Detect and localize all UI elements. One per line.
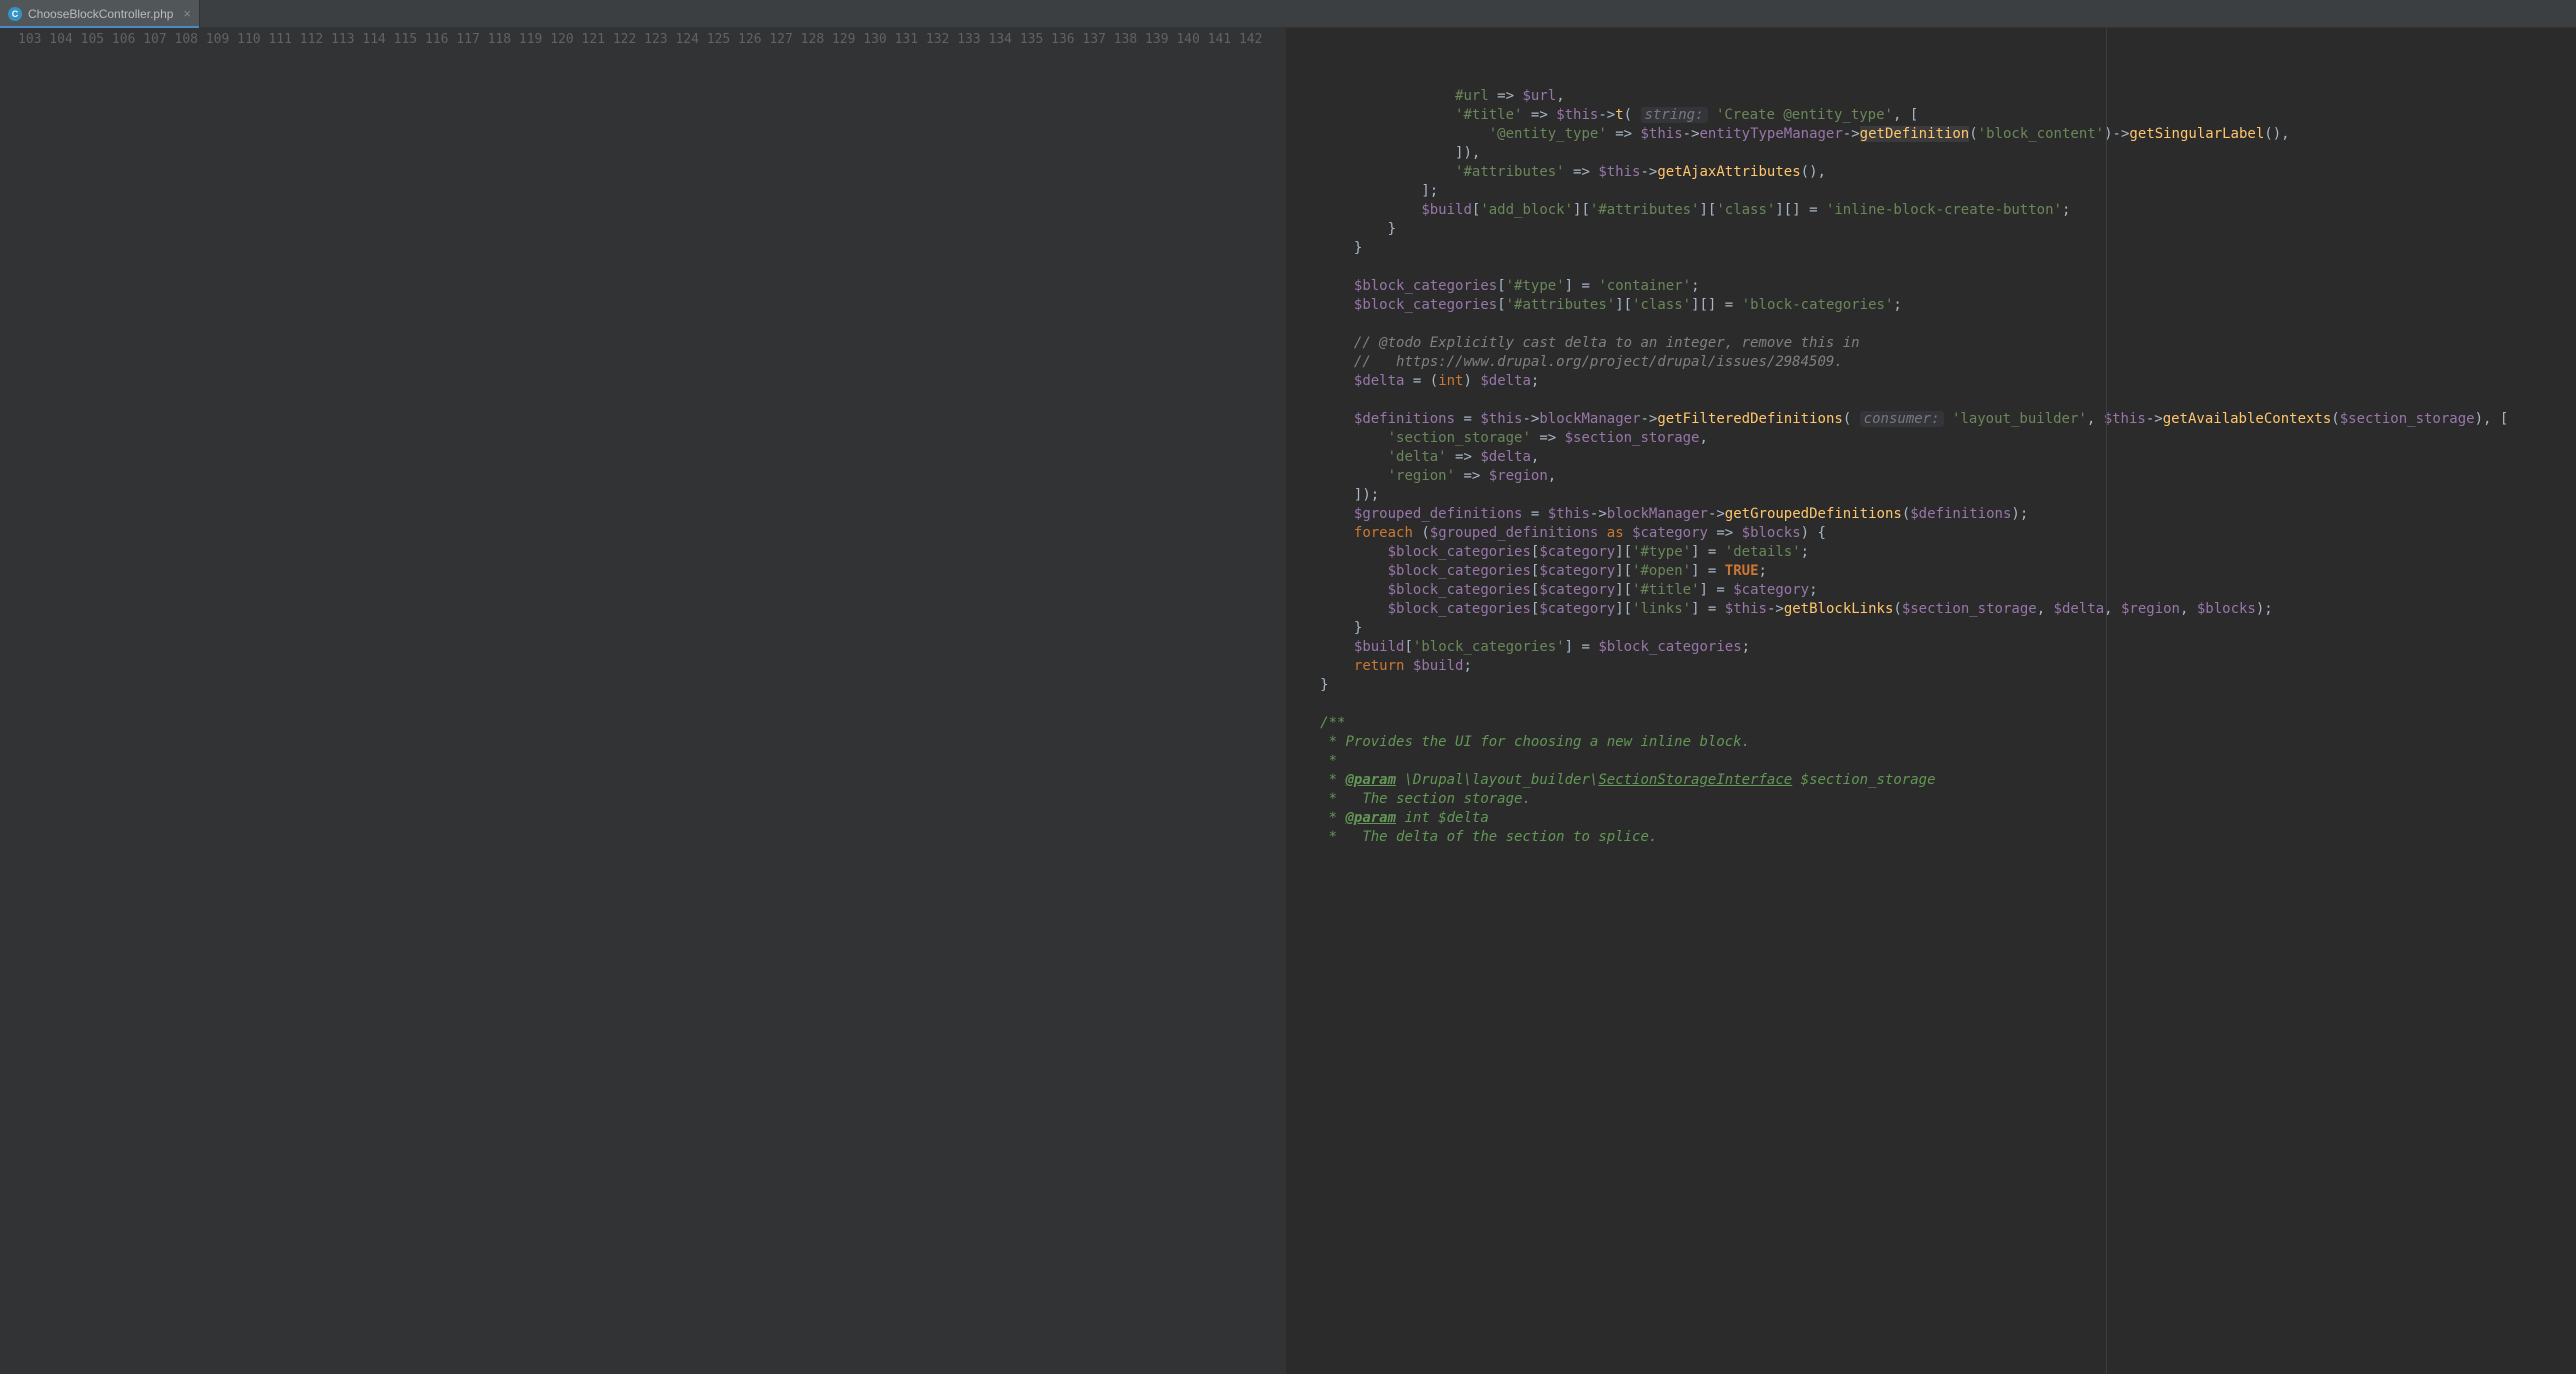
tab-bar: C ChooseBlockController.php × xyxy=(0,0,2576,28)
code-line[interactable]: * Provides the UI for choosing a new inl… xyxy=(1286,733,2576,752)
code-line[interactable]: /** xyxy=(1286,714,2576,733)
code-line[interactable]: 'section_storage' => $section_storage, xyxy=(1286,429,2576,448)
code-line[interactable]: $block_categories[$category]['links'] = … xyxy=(1286,600,2576,619)
php-file-icon: C xyxy=(8,7,22,21)
tab-filename: ChooseBlockController.php xyxy=(28,7,173,21)
code-line[interactable]: * The delta of the section to splice. xyxy=(1286,828,2576,847)
code-line[interactable]: } xyxy=(1286,619,2576,638)
code-line[interactable]: $delta = (int) $delta; xyxy=(1286,372,2576,391)
code-line[interactable]: * @param \Drupal\layout_builder\SectionS… xyxy=(1286,771,2576,790)
code-line[interactable] xyxy=(1286,315,2576,334)
code-line[interactable]: // @todo Explicitly cast delta to an int… xyxy=(1286,334,2576,353)
code-line[interactable]: // https://www.drupal.org/project/drupal… xyxy=(1286,353,2576,372)
editor-tab[interactable]: C ChooseBlockController.php × xyxy=(0,0,200,27)
code-line[interactable]: $block_categories['#type'] = 'container'… xyxy=(1286,277,2576,296)
code-line[interactable]: $block_categories[$category]['#open'] = … xyxy=(1286,562,2576,581)
right-margin-guide xyxy=(2106,28,2107,1374)
code-line[interactable]: $grouped_definitions = $this->blockManag… xyxy=(1286,505,2576,524)
code-line[interactable]: $block_categories[$category]['#type'] = … xyxy=(1286,543,2576,562)
code-line[interactable]: 'delta' => $delta, xyxy=(1286,448,2576,467)
code-line[interactable]: '#title' => $this->t( string: 'Create @e… xyxy=(1286,106,2576,125)
code-line[interactable] xyxy=(1286,258,2576,277)
code-line[interactable]: $block_categories[$category]['#title'] =… xyxy=(1286,581,2576,600)
code-line[interactable]: * @param int $delta xyxy=(1286,809,2576,828)
line-numbers: 103 104 105 106 107 108 109 110 111 112 … xyxy=(0,30,1272,1374)
code-line[interactable]: #url => $url, xyxy=(1286,87,2576,106)
gutter: 103 104 105 106 107 108 109 110 111 112 … xyxy=(0,28,1286,1374)
code-line[interactable] xyxy=(1286,695,2576,714)
code-area[interactable]: #url => $url, '#title' => $this->t( stri… xyxy=(1286,28,2576,1374)
code-line[interactable]: $build['block_categories'] = $block_cate… xyxy=(1286,638,2576,657)
code-line[interactable]: ]); xyxy=(1286,486,2576,505)
code-line[interactable]: '@entity_type' => $this->entityTypeManag… xyxy=(1286,125,2576,144)
code-line[interactable]: foreach ($grouped_definitions as $catego… xyxy=(1286,524,2576,543)
code-line[interactable]: ]), xyxy=(1286,144,2576,163)
code-line[interactable]: } xyxy=(1286,220,2576,239)
code-line[interactable]: ]; xyxy=(1286,182,2576,201)
code-line[interactable]: * The section storage. xyxy=(1286,790,2576,809)
code-line[interactable]: } xyxy=(1286,676,2576,695)
code-line[interactable]: } xyxy=(1286,239,2576,258)
code-line[interactable]: '#attributes' => $this->getAjaxAttribute… xyxy=(1286,163,2576,182)
code-line[interactable]: return $build; xyxy=(1286,657,2576,676)
code-line[interactable]: 'region' => $region, xyxy=(1286,467,2576,486)
code-line[interactable] xyxy=(1286,391,2576,410)
code-line[interactable]: * xyxy=(1286,752,2576,771)
close-icon[interactable]: × xyxy=(183,6,191,21)
editor[interactable]: 103 104 105 106 107 108 109 110 111 112 … xyxy=(0,28,2576,1374)
code-line[interactable]: $build['add_block']['#attributes']['clas… xyxy=(1286,201,2576,220)
fold-column[interactable] xyxy=(1272,30,1286,1374)
code-line[interactable]: $definitions = $this->blockManager->getF… xyxy=(1286,410,2576,429)
code-line[interactable]: $block_categories['#attributes']['class'… xyxy=(1286,296,2576,315)
